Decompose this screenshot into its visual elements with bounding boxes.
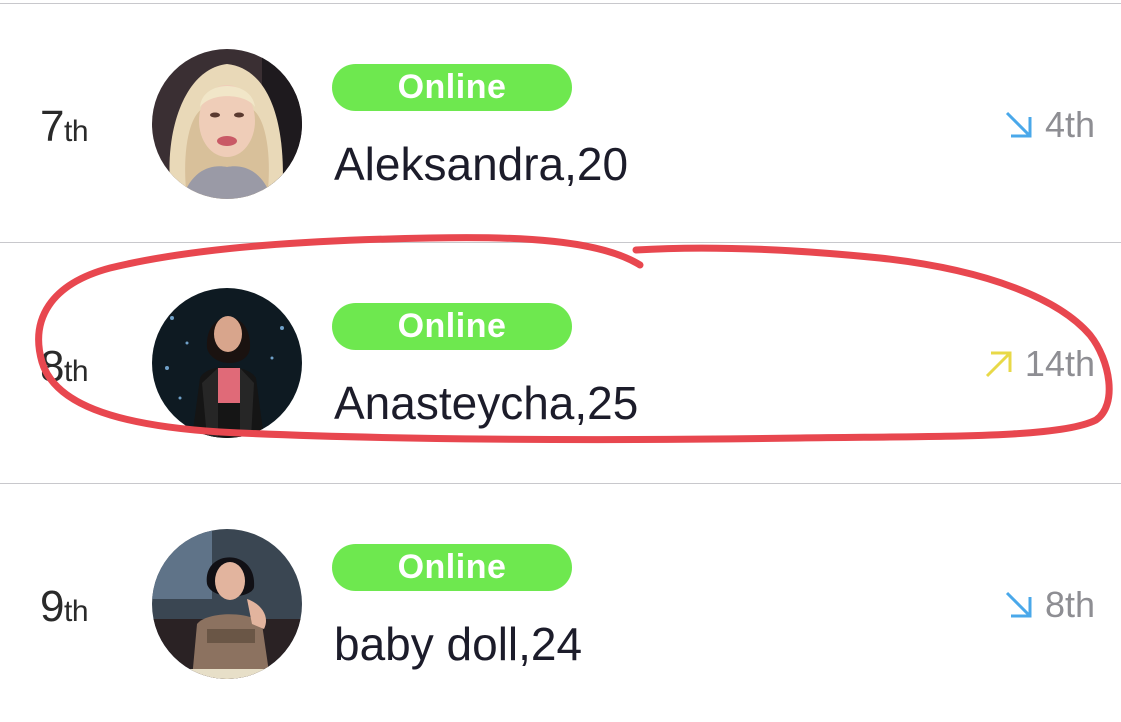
avatar[interactable] [152,49,302,199]
rank-change: 4th [1003,104,1095,146]
rank-label: 9th [40,582,89,632]
ranking-list: 7th Online Aleksandra,20 4th 8th Online … [0,0,1121,722]
rank-number: 8 [40,342,64,391]
rank-suffix: th [63,115,89,148]
user-name-age: baby doll,24 [334,618,583,670]
user-name-age: Anasteycha,25 [334,377,639,429]
status-badge: Online [332,303,572,350]
list-item[interactable]: 7th Online Aleksandra,20 4th [0,4,1121,244]
rank-change: 8th [1003,584,1095,626]
list-item[interactable]: 8th Online Anasteycha,25 14th [0,243,1121,483]
user-name-age: Aleksandra,20 [334,138,629,190]
previous-rank: 4th [1044,104,1095,145]
rank-suffix: th [63,355,89,388]
rank-suffix: th [63,595,89,628]
arrow-down-right-icon [1005,591,1032,618]
rank-label: 7th [40,102,89,152]
rank-number: 9 [40,582,64,631]
status-badge: Online [332,544,572,591]
list-item[interactable]: 9th Online baby doll,24 8th [0,484,1121,722]
previous-rank: 8th [1044,584,1095,625]
arrow-up-right-icon [985,351,1012,378]
status-badge: Online [332,64,572,111]
rank-number: 7 [40,102,64,151]
arrow-down-right-icon [1005,111,1032,138]
avatar[interactable] [152,529,302,679]
rank-label: 8th [40,342,89,392]
previous-rank: 14th [1024,343,1095,384]
avatar[interactable] [152,288,302,438]
rank-change: 14th [983,343,1095,385]
